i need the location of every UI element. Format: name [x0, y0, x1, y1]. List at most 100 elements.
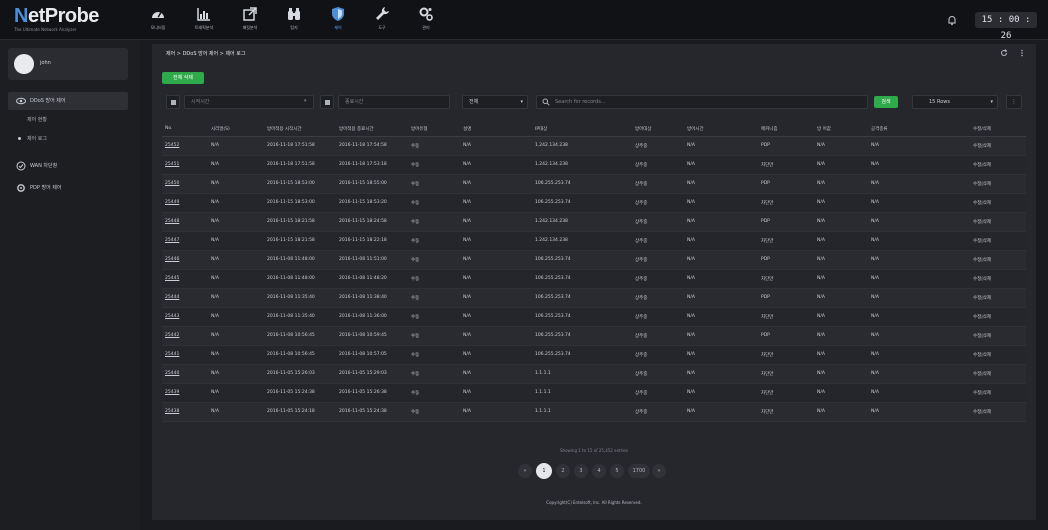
page-button[interactable]: 1: [536, 463, 552, 479]
column-header[interactable]: 수정/삭제: [970, 122, 1026, 137]
row-number-link[interactable]: 25441: [162, 345, 208, 365]
start-time-field[interactable]: 시작시간: [184, 95, 314, 109]
table-row[interactable]: 25448 N/A 2016-11-15 18:21:58 2016-11-15 18…: [162, 212, 1026, 232]
edit-delete-action[interactable]: 수정|삭제: [970, 174, 1026, 194]
table-row[interactable]: 25439 N/A 2016-11-05 15:24:38 2016-11-05 15…: [162, 383, 1026, 403]
table-row[interactable]: 25452 N/A 2016-11-18 17:51:58 2016-11-18 17…: [162, 136, 1026, 156]
column-header[interactable]: 시리얼(S): [208, 122, 264, 137]
page-button[interactable]: 1700: [628, 464, 650, 478]
column-header[interactable]: 방 어값: [814, 122, 868, 137]
column-header[interactable]: 방어대상: [632, 122, 684, 137]
edit-delete-action[interactable]: 수정|삭제: [970, 307, 1026, 327]
table-header: No. 시리얼(S) 방어적용 시작시간 방어적용 종료시간 방어유형 설명 IP대상 방어대…: [162, 122, 1026, 137]
table-row[interactable]: 25438 N/A 2016-11-05 15:24:18 2016-11-05 15…: [162, 402, 1026, 422]
nav-admin[interactable]: 관리: [404, 6, 448, 31]
page-button[interactable]: 3: [574, 464, 588, 478]
column-header[interactable]: 매커니즘: [758, 122, 814, 137]
column-header[interactable]: IP대상: [532, 122, 632, 137]
edit-delete-action[interactable]: 수정|삭제: [970, 155, 1026, 175]
search-button[interactable]: 검색: [874, 96, 898, 108]
edit-delete-action[interactable]: 수정|삭제: [970, 402, 1026, 422]
edit-delete-action[interactable]: 수정|삭제: [970, 345, 1026, 365]
rows-per-page-select[interactable]: 15 Rows ▾: [912, 95, 998, 109]
edit-delete-action[interactable]: 수정|삭제: [970, 193, 1026, 213]
edit-delete-action[interactable]: 수정|삭제: [970, 383, 1026, 403]
prev-page-button[interactable]: «: [518, 464, 532, 478]
table-row[interactable]: 25450 N/A 2016-11-15 18:53:00 2016-11-15 18…: [162, 174, 1026, 194]
bell-icon[interactable]: [946, 14, 958, 26]
row-number-link[interactable]: 25450: [162, 174, 208, 194]
table-row[interactable]: 25443 N/A 2016-11-08 11:35:40 2016-11-08 11…: [162, 307, 1026, 327]
row-number-link[interactable]: 25445: [162, 269, 208, 289]
sidebar-subitem-control-status[interactable]: 제어 현황: [18, 116, 47, 123]
row-number-link[interactable]: 25444: [162, 288, 208, 308]
edit-delete-action[interactable]: 수정|삭제: [970, 288, 1026, 308]
edit-delete-action[interactable]: 수정|삭제: [970, 364, 1026, 384]
nav-traffic[interactable]: 트래픽분석: [182, 6, 226, 31]
app-logo[interactable]: NetProbe The Ultimate Network Analyzer: [14, 6, 99, 32]
edit-delete-action[interactable]: 수정|삭제: [970, 250, 1026, 270]
row-number-link[interactable]: 25447: [162, 231, 208, 251]
refresh-icon[interactable]: [1000, 49, 1008, 57]
row-number-link[interactable]: 25443: [162, 307, 208, 327]
delete-all-button[interactable]: 전체 삭제: [162, 72, 204, 84]
calendar-icon[interactable]: [320, 95, 334, 109]
column-header[interactable]: 방어적용 종료시간: [336, 122, 408, 137]
sidebar-item-pdp-control[interactable]: PDP 방어 제어: [8, 179, 128, 197]
page-button[interactable]: 5: [610, 464, 624, 478]
table-cell: 2016-11-05 15:26:03: [264, 364, 336, 384]
table-row[interactable]: 25446 N/A 2016-11-08 11:48:00 2016-11-08 11…: [162, 250, 1026, 270]
calendar-icon[interactable]: [166, 95, 180, 109]
column-header[interactable]: 방어유형: [408, 122, 460, 137]
column-header[interactable]: 설명: [460, 122, 532, 137]
row-number-link[interactable]: 25442: [162, 326, 208, 346]
row-number-link[interactable]: 25449: [162, 193, 208, 213]
end-time-field[interactable]: 종료시간: [338, 95, 450, 109]
row-number-link[interactable]: 25452: [162, 136, 208, 156]
more-vertical-icon[interactable]: [1018, 49, 1026, 57]
row-number-link[interactable]: 25439: [162, 383, 208, 403]
next-page-button[interactable]: »: [652, 464, 666, 478]
row-number-link[interactable]: 25440: [162, 364, 208, 384]
table-cell: N/A: [868, 231, 970, 251]
edit-delete-action[interactable]: 수정|삭제: [970, 231, 1026, 251]
table-row[interactable]: 25441 N/A 2016-11-08 10:56:45 2016-11-08 10…: [162, 345, 1026, 365]
table-row[interactable]: 25440 N/A 2016-11-05 15:26:03 2016-11-05 15…: [162, 364, 1026, 384]
page-button[interactable]: 2: [556, 464, 570, 478]
nav-monitoring[interactable]: 모니터링: [136, 6, 180, 31]
table-row[interactable]: 25447 N/A 2016-11-15 18:21:58 2016-11-15 18…: [162, 231, 1026, 251]
options-button[interactable]: ⋮: [1006, 95, 1022, 109]
column-header[interactable]: 방어시간: [684, 122, 758, 137]
table-row[interactable]: 25449 N/A 2016-11-15 18:53:00 2016-11-15 18…: [162, 193, 1026, 213]
table-row[interactable]: 25442 N/A 2016-11-08 10:56:45 2016-11-08 10…: [162, 326, 1026, 346]
edit-delete-action[interactable]: 수정|삭제: [970, 269, 1026, 289]
nav-control[interactable]: 제어: [316, 6, 360, 31]
nav-tools[interactable]: 도구: [360, 6, 404, 31]
edit-delete-action[interactable]: 수정|삭제: [970, 326, 1026, 346]
page-button[interactable]: 4: [592, 464, 606, 478]
column-header[interactable]: 공격종류: [868, 122, 970, 137]
edit-delete-action[interactable]: 수정|삭제: [970, 136, 1026, 156]
table-row[interactable]: 25444 N/A 2016-11-08 11:35:40 2016-11-08 11…: [162, 288, 1026, 308]
table-cell: 2016-11-15 18:53:00: [264, 193, 336, 213]
sidebar-subitem-control-log[interactable]: 제어 로그: [18, 135, 47, 142]
start-time-dropdown-icon[interactable]: ▾: [304, 98, 307, 104]
edit-delete-action[interactable]: 수정|삭제: [970, 212, 1026, 232]
type-select[interactable]: 전체 ▾: [462, 95, 528, 109]
column-header[interactable]: 방어적용 시작시간: [264, 122, 336, 137]
column-header[interactable]: No.: [162, 122, 208, 137]
main-panel: 제어 > DDoS 방어 제어 > 제어 로그 전체 삭제 시작시간 ▾ 종료시…: [152, 44, 1036, 520]
table-cell: 106.255.253.74: [532, 345, 632, 365]
row-number-link[interactable]: 25448: [162, 212, 208, 232]
table-row[interactable]: 25451 N/A 2016-11-18 17:51:58 2016-11-18 17…: [162, 155, 1026, 175]
nav-packet[interactable]: 패킷분석: [228, 6, 272, 31]
row-number-link[interactable]: 25451: [162, 155, 208, 175]
search-input[interactable]: Search for records...: [536, 95, 868, 109]
user-profile[interactable]: john: [8, 48, 128, 80]
nav-detect[interactable]: 탐지: [272, 6, 316, 31]
table-row[interactable]: 25445 N/A 2016-11-08 11:48:00 2016-11-08 11…: [162, 269, 1026, 289]
row-number-link[interactable]: 25446: [162, 250, 208, 270]
sidebar-item-ddos-control[interactable]: DDoS 방어 제어: [8, 92, 128, 110]
row-number-link[interactable]: 25438: [162, 402, 208, 422]
sidebar-item-wan-block[interactable]: WAN 차단창: [8, 157, 128, 175]
